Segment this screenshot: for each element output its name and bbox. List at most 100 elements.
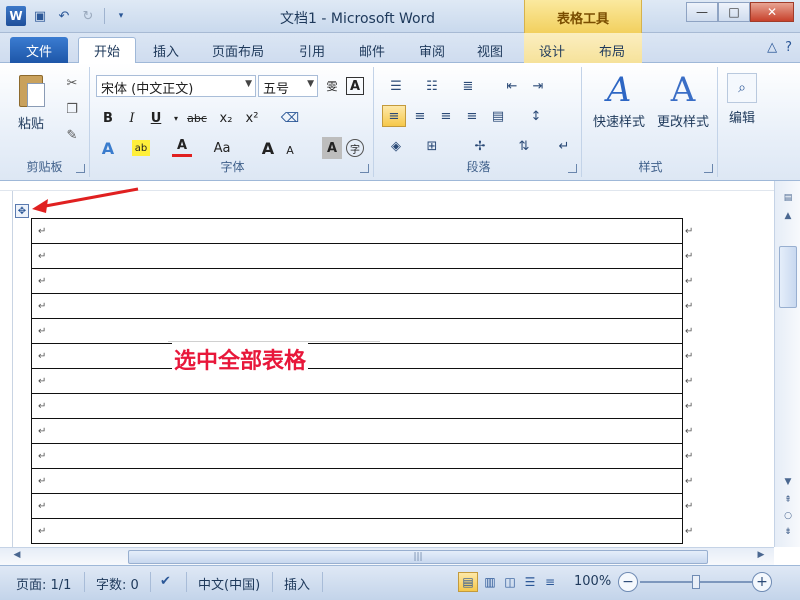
next-page-icon[interactable]: ⇟ <box>779 527 797 541</box>
multilevel-list-icon[interactable]: ≣ <box>456 75 480 97</box>
language[interactable]: 中文(中国) <box>198 574 260 593</box>
table-cell[interactable]: ↵ <box>31 218 683 244</box>
vertical-scroll-thumb[interactable] <box>779 246 797 308</box>
clipboard-dialog-launcher[interactable] <box>76 164 85 173</box>
table-row[interactable]: ↵ <box>31 393 683 419</box>
table-row[interactable]: ↵ <box>31 443 683 469</box>
increase-indent-icon[interactable]: ⇥ <box>526 75 550 97</box>
italic-button[interactable]: I <box>122 107 142 129</box>
scroll-up-icon[interactable]: ▲ <box>779 211 797 225</box>
table-cell[interactable]: ↵ <box>31 468 683 494</box>
zoom-slider-handle[interactable] <box>692 575 700 589</box>
table-row[interactable]: ↵ <box>31 218 683 244</box>
table-row[interactable]: ↵ <box>31 318 683 344</box>
superscript-button[interactable]: x² <box>242 107 262 129</box>
tab-table-design[interactable]: 设计 <box>532 37 572 63</box>
tab-insert[interactable]: 插入 <box>146 37 186 63</box>
print-layout-icon[interactable]: ▤ <box>458 572 478 592</box>
subscript-button[interactable]: x₂ <box>216 107 236 129</box>
bullets-icon[interactable]: ☰ <box>384 75 408 97</box>
zoom-level[interactable]: 100% <box>574 574 611 589</box>
borders-icon[interactable]: ⊞ <box>420 135 444 157</box>
document-table[interactable]: ↵ ↵ ↵ ↵ ↵ ↵ ↵ ↵ ↵ ↵ ↵ ↵ ↵ <box>31 218 683 544</box>
paragraph-dialog-launcher[interactable] <box>568 164 577 173</box>
minimize-ribbon-icon[interactable]: △ <box>767 40 777 55</box>
save-icon[interactable]: ▣ <box>30 6 50 26</box>
align-right-icon[interactable]: ≡ <box>434 105 458 127</box>
table-row[interactable]: ↵ <box>31 518 683 544</box>
tab-mailings[interactable]: 邮件 <box>352 37 392 63</box>
tab-view[interactable]: 视图 <box>470 37 510 63</box>
copy-icon[interactable]: ❐ <box>62 99 82 119</box>
horizontal-scroll-thumb[interactable]: ||| <box>128 550 708 564</box>
table-cell[interactable]: ↵ <box>31 368 683 394</box>
page-count[interactable]: 页面: 1/1 <box>16 574 71 593</box>
tab-home[interactable]: 开始 <box>78 37 136 63</box>
table-row[interactable]: ↵ <box>31 368 683 394</box>
horizontal-scrollbar[interactable]: ◀ ||| ▶ <box>0 547 774 565</box>
quick-styles-button[interactable]: A 快速样式 <box>588 69 650 149</box>
enclose-char-icon[interactable]: 字 <box>346 139 364 157</box>
tab-review[interactable]: 审阅 <box>412 37 452 63</box>
bold-button[interactable]: B <box>98 107 118 129</box>
text-effects-icon[interactable]: A <box>98 137 118 159</box>
decrease-indent-icon[interactable]: ⇤ <box>500 75 524 97</box>
underline-button[interactable]: U <box>146 107 166 129</box>
styles-dialog-launcher[interactable] <box>704 164 713 173</box>
word-count[interactable]: 字数: 0 <box>96 574 139 593</box>
proofing-icon[interactable]: ✔ <box>160 574 171 589</box>
table-cell[interactable]: ↵ <box>31 293 683 319</box>
word-app-icon[interactable]: W <box>6 6 26 26</box>
insert-mode[interactable]: 插入 <box>284 574 310 593</box>
table-row[interactable]: ↵ <box>31 418 683 444</box>
show-marks-icon[interactable]: ↵ <box>552 135 576 157</box>
align-left-icon[interactable]: ≡ <box>382 105 406 127</box>
char-border-icon[interactable]: A <box>346 77 364 95</box>
zoom-out-icon[interactable]: − <box>618 572 638 592</box>
paste-button[interactable]: 粘贴 <box>6 69 56 141</box>
table-cell[interactable]: ↵ <box>31 268 683 294</box>
tab-file[interactable]: 文件 <box>10 37 68 63</box>
table-cell[interactable]: ↵ <box>31 418 683 444</box>
tab-table-layout[interactable]: 布局 <box>592 37 632 63</box>
table-row[interactable]: ↵ <box>31 268 683 294</box>
editing-button[interactable]: ⌕ 编辑 <box>720 69 764 149</box>
table-cell[interactable]: ↵ <box>31 343 683 369</box>
undo-icon[interactable]: ↶ <box>54 6 74 26</box>
font-name-combo[interactable]: 宋体 (中文正文) ▼ <box>96 75 256 97</box>
zoom-in-icon[interactable]: + <box>752 572 772 592</box>
customize-qat-icon[interactable]: ▾ <box>111 6 131 26</box>
char-shading-icon[interactable]: A <box>322 137 342 159</box>
asian-layout-icon[interactable]: ✢ <box>468 135 492 157</box>
tab-references[interactable]: 引用 <box>292 37 332 63</box>
table-cell[interactable]: ↵ <box>31 243 683 269</box>
phonetic-guide-icon[interactable]: 雯 <box>322 75 342 97</box>
format-painter-icon[interactable]: ✎ <box>62 125 82 145</box>
prev-page-icon[interactable]: ⇞ <box>779 495 797 509</box>
clear-formatting-icon[interactable]: ⌫ <box>280 107 300 129</box>
numbering-icon[interactable]: ☷ <box>420 75 444 97</box>
sort-icon[interactable]: ⇅ <box>512 135 536 157</box>
table-cell[interactable]: ↵ <box>31 443 683 469</box>
distributed-icon[interactable]: ▤ <box>486 105 510 127</box>
help-icon[interactable]: ? <box>785 40 792 55</box>
full-screen-reading-icon[interactable]: ▥ <box>480 572 500 592</box>
table-cell[interactable]: ↵ <box>31 493 683 519</box>
highlight-icon[interactable]: ab <box>132 140 150 156</box>
font-size-combo[interactable]: 五号 ▼ <box>258 75 318 97</box>
redo-icon[interactable]: ↻ <box>78 6 98 26</box>
web-layout-icon[interactable]: ◫ <box>500 572 520 592</box>
table-row[interactable]: ↵ <box>31 468 683 494</box>
table-row[interactable]: ↵ <box>31 243 683 269</box>
table-row[interactable]: ↵ <box>31 343 683 369</box>
draft-icon[interactable]: ≡ <box>540 572 560 592</box>
strikethrough-button[interactable]: abc <box>184 107 210 129</box>
select-browse-object-icon[interactable]: ○ <box>779 511 797 525</box>
ruler-toggle-icon[interactable]: ▤ <box>779 193 797 207</box>
close-button[interactable]: ✕ <box>750 2 794 22</box>
change-case-button[interactable]: Aa <box>208 137 236 159</box>
tab-page-layout[interactable]: 页面布局 <box>206 37 270 63</box>
grow-font-button[interactable]: A <box>258 137 278 159</box>
change-styles-button[interactable]: A 更改样式 <box>652 69 714 149</box>
font-color-icon[interactable]: A <box>172 137 192 157</box>
